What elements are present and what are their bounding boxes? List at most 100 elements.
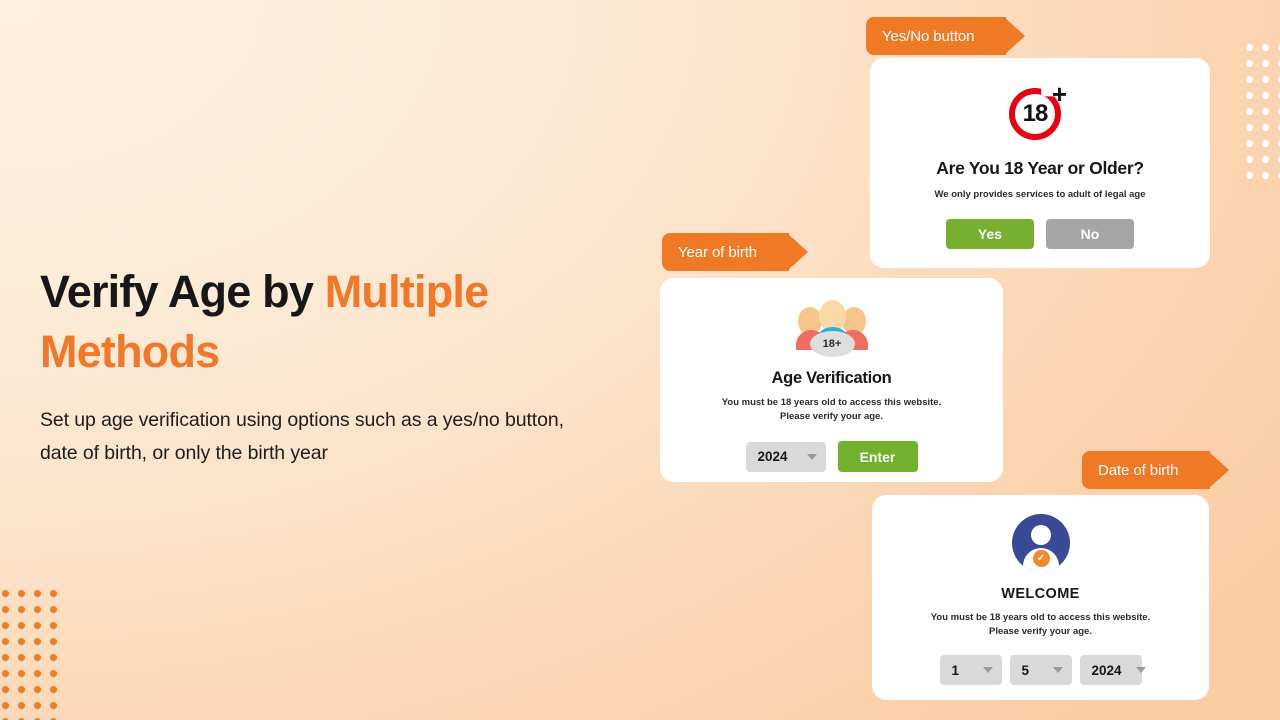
decorative-dot	[1262, 124, 1269, 131]
decorative-dot	[18, 654, 25, 661]
card-date-of-birth-verification: ✓ WELCOME You must be 18 years old to ac…	[872, 495, 1209, 700]
decorative-dot	[50, 638, 57, 645]
decorative-dot	[2, 654, 9, 661]
decorative-dot	[1246, 92, 1253, 99]
decorative-dot	[2, 622, 9, 629]
decorative-dot	[2, 590, 9, 597]
dob-card-title: WELCOME	[1001, 586, 1080, 602]
decorative-dot	[1262, 156, 1269, 163]
decorative-dot	[18, 638, 25, 645]
year-card-title: Age Verification	[771, 369, 892, 387]
decorative-dot	[50, 670, 57, 677]
tag-date-of-birth-label: Date of birth	[1098, 461, 1179, 479]
page-title-plain: Verify Age by	[40, 266, 325, 317]
decorative-dot	[1246, 44, 1253, 51]
age-18-plus-ring-icon: 18 +	[1005, 79, 1075, 144]
page-description: Set up age verification using options su…	[40, 409, 564, 464]
yesno-button-row: Yes No	[946, 219, 1134, 249]
decorative-dot	[1246, 60, 1253, 67]
user-verified-avatar-icon: ✓	[1011, 514, 1070, 572]
hero-text-block: Verify Age by Multiple Methods Set up ag…	[40, 262, 570, 470]
decorative-dot	[34, 670, 41, 677]
decorative-dot	[34, 686, 41, 693]
dob-subtitle-line2: Please verify your age.	[989, 626, 1092, 637]
year-subtitle-line1: You must be 18 years old to access this …	[721, 397, 942, 408]
day-select-value: 1	[951, 662, 960, 678]
tag-date-of-birth: Date of birth	[1082, 451, 1230, 489]
decorative-dot	[2, 670, 9, 677]
day-select[interactable]: 1	[939, 655, 1002, 685]
decorative-dot	[1246, 172, 1253, 179]
dob-card-subtitle: You must be 18 years old to access this …	[931, 611, 1150, 639]
month-select[interactable]: 5	[1009, 655, 1072, 685]
decorative-dot	[50, 606, 57, 613]
year-select[interactable]: 2024	[745, 441, 826, 472]
decorative-dot	[2, 606, 9, 613]
decorative-dot	[34, 590, 41, 597]
decorative-dot	[1246, 108, 1253, 115]
tag-tail	[1002, 17, 1007, 55]
card-year-of-birth-verification: 18+ Age Verification You must be 18 year…	[660, 278, 1003, 482]
yes-button[interactable]: Yes	[946, 219, 1034, 249]
tag-tail	[785, 233, 790, 271]
yesno-card-subtitle: We only provides services to adult of le…	[934, 189, 1146, 200]
yesno-card-title: Are You 18 Year or Older?	[936, 158, 1144, 178]
dob-subtitle-line1: You must be 18 years old to access this …	[930, 612, 1151, 623]
decorative-dot	[34, 702, 41, 709]
year-select-value: 2024	[757, 449, 788, 464]
decorative-dot	[1262, 60, 1269, 67]
decorative-dot	[50, 702, 57, 709]
decorative-dot	[1246, 156, 1253, 163]
chevron-down-icon	[806, 453, 817, 460]
decorative-dot	[18, 686, 25, 693]
tag-year-of-birth-label: Year of birth	[678, 243, 758, 261]
tag-yes-no-label: Yes/No button	[882, 27, 975, 45]
decorative-dot	[18, 622, 25, 629]
decorative-dot	[18, 670, 25, 677]
tag-year-of-birth: Year of birth	[662, 233, 809, 271]
decorative-dot	[18, 590, 25, 597]
decorative-dot	[34, 622, 41, 629]
decorative-dot	[1262, 108, 1269, 115]
decorative-dot-grid-bottom-left	[2, 590, 62, 720]
decorative-dot	[2, 638, 9, 645]
tag-yes-no-button: Yes/No button	[866, 17, 1026, 55]
decorative-dot	[1246, 140, 1253, 147]
decorative-dot	[50, 654, 57, 661]
year-card-subtitle: You must be 18 years old to access this …	[722, 396, 941, 424]
decorative-dot	[2, 686, 9, 693]
month-select-value: 5	[1021, 662, 1030, 678]
decorative-dot	[50, 622, 57, 629]
decorative-dot-grid-top-right	[1246, 44, 1280, 183]
no-button[interactable]: No	[1046, 219, 1134, 249]
avatar-head	[1030, 525, 1051, 545]
decorative-dot	[1262, 76, 1269, 83]
decorative-dot	[34, 606, 41, 613]
card-yes-no-verification: 18 + Are You 18 Year or Older? We only p…	[870, 58, 1210, 268]
people-group-18-plus-icon: 18+	[795, 298, 868, 358]
chevron-down-icon	[1052, 667, 1063, 673]
decorative-dot	[50, 686, 57, 693]
decorative-dot	[1246, 124, 1253, 131]
decorative-dot	[1262, 44, 1269, 51]
decorative-dot	[34, 638, 41, 645]
page-title: Verify Age by Multiple Methods	[40, 262, 570, 382]
decorative-dot	[34, 654, 41, 661]
chevron-down-icon	[1135, 667, 1146, 673]
decorative-dot	[2, 702, 9, 709]
decorative-dot	[18, 702, 25, 709]
chevron-down-icon	[982, 667, 993, 673]
plus-glyph: +	[1051, 79, 1067, 109]
decorative-dot	[1246, 76, 1253, 83]
tag-tail	[1206, 451, 1211, 489]
decorative-dot	[18, 606, 25, 613]
decorative-dot	[1262, 92, 1269, 99]
dob-control-row: 1 5 2024	[939, 655, 1146, 685]
year-select-value: 2024	[1091, 662, 1122, 678]
verified-check-icon: ✓	[1032, 550, 1050, 567]
decorative-dot	[1262, 172, 1269, 179]
year-select[interactable]: 2024	[1079, 655, 1146, 685]
enter-button[interactable]: Enter	[837, 441, 918, 472]
decorative-dot	[50, 590, 57, 597]
age-badge: 18+	[809, 331, 855, 357]
